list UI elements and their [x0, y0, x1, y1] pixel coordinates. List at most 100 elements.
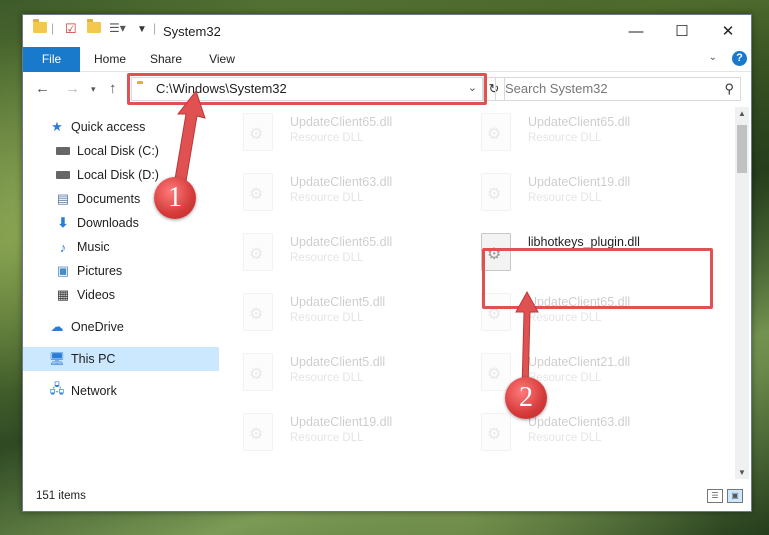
tab-share[interactable]: Share	[141, 47, 191, 71]
sidebar-item-pictures[interactable]: ▣ Pictures 📌	[23, 259, 249, 283]
file-name: UpdateClient63.dll	[290, 175, 393, 189]
navigation-bar: ← → ▾ ↑ C:\Windows\System32 ⌄ ↻ Search S…	[23, 72, 751, 106]
minimize-button[interactable]: —	[613, 15, 659, 47]
scroll-up-icon[interactable]: ▲	[738, 109, 746, 118]
file-item[interactable]: UpdateClient63.dll Resource DLL	[227, 167, 457, 223]
file-name: UpdateClient65.dll	[290, 235, 393, 249]
dll-file-icon	[243, 173, 273, 211]
download-icon: ⬇	[57, 215, 69, 230]
file-type: Resource DLL	[290, 432, 364, 444]
search-icon: ⚲	[724, 81, 734, 96]
dll-file-icon	[243, 233, 273, 271]
details-view-icon[interactable]: ☰	[707, 489, 723, 503]
navigation-pane: ★ Quick access Local Disk (C:) 📌 Local D…	[23, 107, 245, 479]
sidebar-item-label: Videos	[77, 288, 115, 302]
videos-icon: ▦	[56, 287, 70, 302]
drive-icon	[55, 168, 71, 182]
file-type: Resource DLL	[290, 312, 364, 324]
recent-locations-button[interactable]: ▾	[91, 84, 96, 95]
file-item[interactable]: UpdateClient21.dll Resource DLL	[465, 347, 695, 403]
dll-file-icon	[243, 113, 273, 151]
chevron-down-icon[interactable]: ▼	[137, 24, 147, 35]
dll-file-icon	[481, 113, 511, 151]
sidebar-item-label: Network	[71, 384, 117, 398]
sidebar-item-label: This PC	[71, 352, 116, 366]
dll-file-icon	[481, 173, 511, 211]
customize-toolbar-icon[interactable]: ☰▾	[109, 21, 126, 35]
sidebar-item-local-disk-d[interactable]: Local Disk (D:) 📌	[23, 163, 249, 187]
network-icon: 🖧	[49, 381, 65, 396]
file-item[interactable]: UpdateClient65.dll Resource DLL	[227, 227, 457, 283]
forward-button[interactable]: →	[65, 80, 80, 97]
dll-file-icon	[243, 413, 273, 451]
sidebar-item-label: Local Disk (D:)	[77, 168, 159, 182]
file-type: Resource DLL	[290, 132, 364, 144]
file-type: Resource DLL	[290, 252, 364, 264]
properties-icon[interactable]: ☑	[65, 21, 77, 37]
divider: |	[51, 21, 55, 35]
file-name: libhotkeys_plugin.dll	[528, 235, 640, 249]
item-count: 151 items	[36, 490, 86, 502]
file-type: Resource DLL	[528, 132, 602, 144]
scrollbar-thumb[interactable]	[737, 125, 747, 173]
sidebar-item-documents[interactable]: ▤ Documents 📌	[23, 187, 249, 211]
sidebar-item-onedrive[interactable]: ☁ OneDrive	[23, 315, 243, 339]
sidebar-item-label: Music	[77, 240, 110, 254]
file-name: UpdateClient65.dll	[290, 115, 393, 129]
sidebar-item-label: Quick access	[71, 120, 146, 134]
dll-file-icon	[243, 293, 273, 331]
file-item[interactable]: UpdateClient63.dll Resource DLL	[465, 407, 695, 463]
sidebar-item-music[interactable]: ♪ Music 📌	[23, 235, 249, 259]
maximize-button[interactable]: ☐	[659, 15, 705, 47]
status-bar: 151 items ☰ ▣	[23, 481, 751, 511]
search-input[interactable]: Search System32 ⚲	[495, 77, 741, 101]
step-2-badge: 2	[505, 377, 547, 419]
file-item[interactable]: UpdateClient19.dll Resource DLL	[227, 407, 457, 463]
folder-icon	[33, 19, 47, 33]
sidebar-item-label: Local Disk (C:)	[77, 144, 159, 158]
file-name: UpdateClient19.dll	[528, 175, 631, 189]
new-folder-icon[interactable]	[87, 19, 101, 33]
sidebar-item-downloads[interactable]: ⬇ Downloads 📌	[23, 211, 249, 235]
window-title: System32	[163, 24, 221, 39]
drive-icon	[55, 144, 71, 158]
star-icon: ★	[51, 119, 63, 134]
divider: |	[153, 21, 157, 35]
file-type: Resource DLL	[290, 192, 364, 204]
sidebar-item-videos[interactable]: ▦ Videos 📌	[23, 283, 249, 307]
sidebar-item-local-disk-c[interactable]: Local Disk (C:) 📌	[23, 139, 249, 163]
file-item[interactable]: UpdateClient65.dll Resource DLL	[465, 107, 695, 163]
file-item[interactable]: UpdateClient19.dll Resource DLL	[465, 167, 695, 223]
sidebar-item-label: Pictures	[77, 264, 123, 278]
vertical-scrollbar[interactable]: ▲ ▼	[735, 107, 749, 479]
search-placeholder: Search System32	[505, 81, 608, 96]
scroll-down-icon[interactable]: ▼	[738, 468, 746, 477]
sidebar-item-network[interactable]: 🖧 Network	[23, 379, 243, 403]
tab-view[interactable]: View	[199, 47, 245, 71]
back-button[interactable]: ←	[35, 80, 50, 97]
sidebar-item-label: Documents	[77, 192, 141, 206]
music-icon: ♪	[59, 239, 67, 255]
file-explorer-window: | ☑ ☰▾ ▼ | System32 — ☐ ✕ File Home Shar…	[22, 14, 752, 512]
file-name: UpdateClient5.dll	[290, 295, 386, 309]
file-type: Resource DLL	[290, 372, 364, 384]
ribbon: File Home Share View ⌄ ?	[23, 47, 751, 103]
file-name: UpdateClient65.dll	[528, 115, 631, 129]
close-button[interactable]: ✕	[705, 15, 751, 47]
sidebar-item-quick-access[interactable]: ★ Quick access	[23, 115, 243, 139]
computer-icon: 🖥	[48, 351, 66, 366]
step-1-badge: 1	[154, 177, 196, 219]
help-icon[interactable]: ?	[732, 51, 747, 66]
file-item[interactable]: UpdateClient5.dll Resource DLL	[227, 347, 457, 403]
file-type: Resource DLL	[528, 432, 602, 444]
sidebar-item-label: OneDrive	[71, 320, 124, 334]
dll-file-icon	[481, 353, 511, 391]
tab-home[interactable]: Home	[85, 47, 135, 71]
sidebar-item-this-pc[interactable]: 🖥 This PC	[23, 347, 243, 371]
expand-ribbon-icon[interactable]: ⌄	[709, 52, 717, 63]
file-item[interactable]: UpdateClient65.dll Resource DLL	[227, 107, 457, 163]
large-icons-view-icon[interactable]: ▣	[727, 489, 743, 503]
up-button[interactable]: ↑	[109, 80, 117, 97]
title-bar[interactable]: | ☑ ☰▾ ▼ | System32 — ☐ ✕	[23, 15, 751, 47]
file-item[interactable]: UpdateClient5.dll Resource DLL	[227, 287, 457, 343]
